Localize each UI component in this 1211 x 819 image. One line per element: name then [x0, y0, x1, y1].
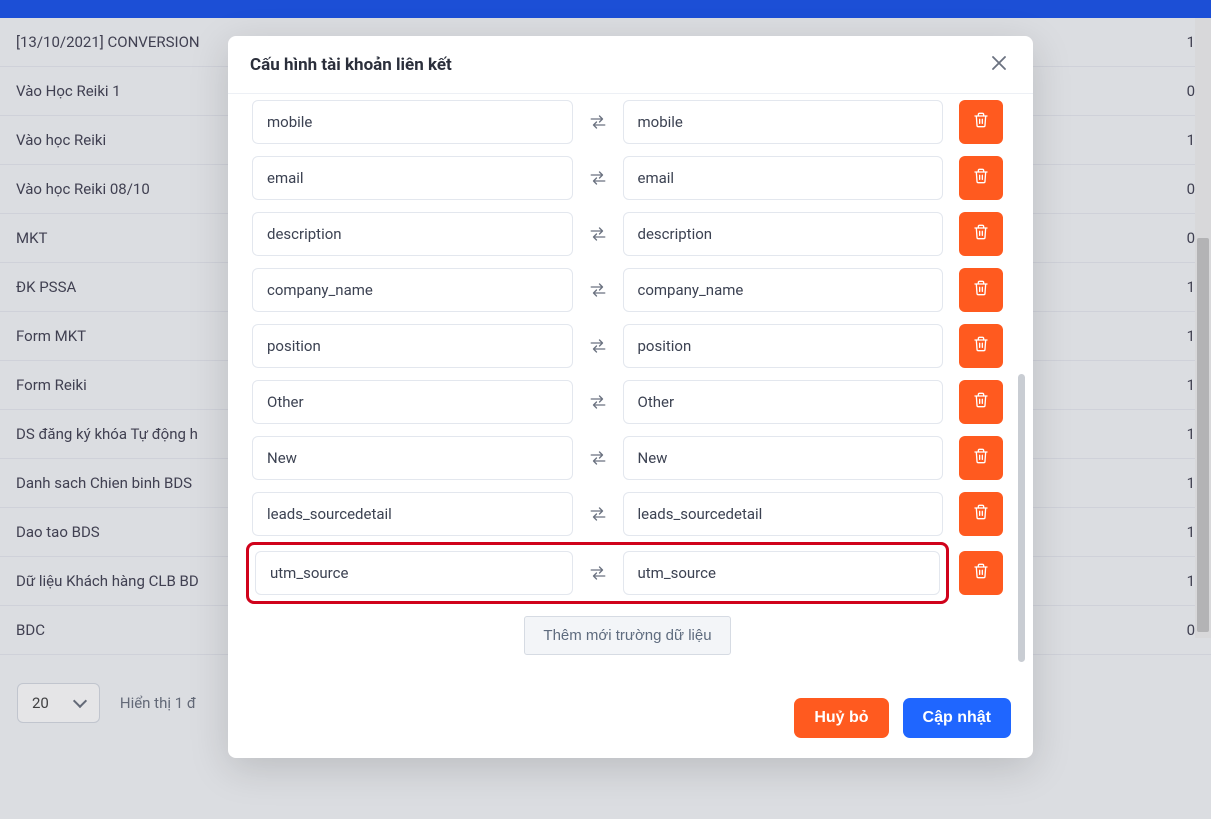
- app-top-bar: [0, 0, 1211, 18]
- sync-icon: [589, 115, 607, 129]
- mapping-row: New New: [252, 436, 1003, 480]
- cancel-button[interactable]: Huỷ bỏ: [794, 698, 888, 738]
- delete-mapping-button[interactable]: [959, 436, 1003, 480]
- delete-mapping-button[interactable]: [959, 324, 1003, 368]
- delete-mapping-button[interactable]: [959, 268, 1003, 312]
- mapping-row: email email: [252, 156, 1003, 200]
- target-field-input[interactable]: Other: [623, 380, 944, 424]
- target-field-input[interactable]: company_name: [623, 268, 944, 312]
- trash-icon: [973, 504, 989, 524]
- mapping-row: utm_source utm_source: [252, 548, 1003, 598]
- target-field-input[interactable]: utm_source: [623, 551, 941, 595]
- target-field-input[interactable]: mobile: [623, 100, 944, 144]
- mapping-row: mobile mobile: [252, 100, 1003, 144]
- mapping-row: position position: [252, 324, 1003, 368]
- source-field-input[interactable]: leads_sourcedetail: [252, 492, 573, 536]
- sync-icon: [589, 227, 607, 241]
- source-field-input[interactable]: utm_source: [255, 551, 573, 595]
- target-field-input[interactable]: position: [623, 324, 944, 368]
- mapping-rows: mobilemobileemailemaildescriptiondescrip…: [252, 100, 1003, 598]
- source-field-input[interactable]: company_name: [252, 268, 573, 312]
- sync-icon: [589, 339, 607, 353]
- page-container: [13/10/2021] CONVERSION1Vào Học Reiki 10…: [0, 18, 1211, 819]
- modal-title: Cấu hình tài khoản liên kết: [250, 55, 452, 75]
- delete-mapping-button[interactable]: [959, 380, 1003, 424]
- target-field-input[interactable]: leads_sourcedetail: [623, 492, 944, 536]
- trash-icon: [973, 336, 989, 356]
- update-button[interactable]: Cập nhật: [903, 698, 1011, 738]
- trash-icon: [973, 563, 989, 583]
- mapping-row: leads_sourcedetail leads_sourcedetail: [252, 492, 1003, 536]
- delete-mapping-button[interactable]: [959, 100, 1003, 144]
- highlighted-mapping: utm_source utm_source: [246, 542, 949, 604]
- source-field-input[interactable]: New: [252, 436, 573, 480]
- source-field-input[interactable]: Other: [252, 380, 573, 424]
- trash-icon: [973, 168, 989, 188]
- trash-icon: [973, 224, 989, 244]
- modal-scrollbar[interactable]: [1018, 374, 1025, 662]
- modal-body: mobilemobileemailemaildescriptiondescrip…: [228, 93, 1033, 682]
- modal-footer: Huỷ bỏ Cập nhật: [228, 682, 1033, 758]
- trash-icon: [973, 280, 989, 300]
- trash-icon: [973, 392, 989, 412]
- sync-icon: [589, 395, 607, 409]
- mapping-row: Other Other: [252, 380, 1003, 424]
- delete-mapping-button[interactable]: [959, 492, 1003, 536]
- delete-mapping-button[interactable]: [959, 212, 1003, 256]
- sync-icon: [589, 283, 607, 297]
- close-icon[interactable]: [987, 54, 1011, 75]
- source-field-input[interactable]: email: [252, 156, 573, 200]
- delete-mapping-button[interactable]: [959, 156, 1003, 200]
- target-field-input[interactable]: description: [623, 212, 944, 256]
- source-field-input[interactable]: position: [252, 324, 573, 368]
- sync-icon: [589, 451, 607, 465]
- mapping-config-modal: Cấu hình tài khoản liên kết mobilemobile…: [228, 36, 1033, 758]
- sync-icon: [589, 171, 607, 185]
- mapping-row: company_name company_name: [252, 268, 1003, 312]
- trash-icon: [973, 112, 989, 132]
- source-field-input[interactable]: mobile: [252, 100, 573, 144]
- modal-header: Cấu hình tài khoản liên kết: [228, 36, 1033, 93]
- source-field-input[interactable]: description: [252, 212, 573, 256]
- mapping-row: utm_source utm_source: [255, 551, 940, 595]
- sync-icon: [589, 566, 607, 580]
- delete-mapping-button[interactable]: [959, 551, 1003, 595]
- sync-icon: [589, 507, 607, 521]
- trash-icon: [973, 448, 989, 468]
- target-field-input[interactable]: email: [623, 156, 944, 200]
- mapping-row: description description: [252, 212, 1003, 256]
- add-field-button[interactable]: Thêm mới trường dữ liệu: [524, 616, 730, 655]
- target-field-input[interactable]: New: [623, 436, 944, 480]
